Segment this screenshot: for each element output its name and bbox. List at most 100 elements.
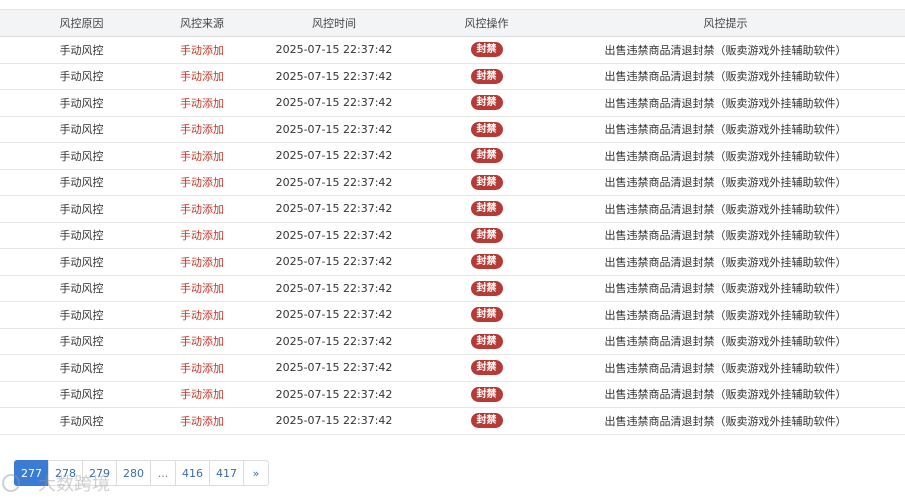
page-416[interactable]: 416: [175, 460, 210, 486]
cell-action: 封禁: [427, 381, 546, 408]
cell-action: 封禁: [427, 275, 546, 302]
cell-reason: 手动风控: [0, 63, 163, 90]
cell-tip: 出售违禁商品清退封禁（贩卖游戏外挂辅助软件）: [546, 248, 905, 276]
cell-action: 封禁: [427, 142, 546, 170]
page-280[interactable]: 280: [116, 460, 151, 486]
cell-tip: 出售违禁商品清退封禁（贩卖游戏外挂辅助软件）: [546, 407, 905, 435]
cell-source: 手动添加: [163, 248, 241, 276]
cell-time: 2025-07-15 22:37:42: [241, 169, 427, 196]
ban-badge: 封禁: [470, 148, 503, 164]
table-row: 手动风控 手动添加 2025-07-15 22:37:42 封禁 出售违禁商品清退封禁（…: [0, 328, 905, 355]
ban-badge: 封禁: [470, 413, 503, 429]
table-row: 手动风控 手动添加 2025-07-15 22:37:42 封禁 出售违禁商品清退封禁（…: [0, 63, 905, 90]
cell-time: 2025-07-15 22:37:42: [241, 116, 427, 143]
header-tip: 风控提示: [546, 9, 905, 37]
pagination: 277 278 279 280... 416 417»: [14, 460, 269, 486]
cell-action: 封禁: [427, 354, 546, 382]
ban-badge: 封禁: [470, 360, 503, 376]
cell-time: 2025-07-15 22:37:42: [241, 89, 427, 117]
page-277[interactable]: 277: [14, 460, 49, 486]
ban-badge: 封禁: [470, 227, 503, 243]
table-row: 手动风控 手动添加 2025-07-15 22:37:42 封禁 出售违禁商品清退封禁（…: [0, 36, 905, 64]
cell-action: 封禁: [427, 195, 546, 223]
ban-badge: 封禁: [470, 68, 503, 84]
table-row: 手动风控 手动添加 2025-07-15 22:37:42 封禁 出售违禁商品清退封禁（…: [0, 354, 905, 382]
table-header-row: 风控原因 风控来源 风控时间 风控操作 风控提示: [0, 9, 905, 37]
cell-tip: 出售违禁商品清退封禁（贩卖游戏外挂辅助软件）: [546, 63, 905, 90]
cell-source: 手动添加: [163, 407, 241, 435]
cell-tip: 出售违禁商品清退封禁（贩卖游戏外挂辅助软件）: [546, 222, 905, 249]
ban-badge: 封禁: [470, 280, 503, 296]
cell-reason: 手动风控: [0, 248, 163, 276]
cell-source: 手动添加: [163, 354, 241, 382]
table-row: 手动风控 手动添加 2025-07-15 22:37:42 封禁 出售违禁商品清退封禁（…: [0, 195, 905, 223]
cell-tip: 出售违禁商品清退封禁（贩卖游戏外挂辅助软件）: [546, 89, 905, 117]
page-278[interactable]: 278: [48, 460, 83, 486]
cell-tip: 出售违禁商品清退封禁（贩卖游戏外挂辅助软件）: [546, 116, 905, 143]
table-body: 手动风控 手动添加 2025-07-15 22:37:42 封禁 出售违禁商品清退封禁（…: [0, 36, 905, 435]
cell-action: 封禁: [427, 301, 546, 329]
cell-action: 封禁: [427, 36, 546, 64]
cell-reason: 手动风控: [0, 89, 163, 117]
page-279[interactable]: 279: [82, 460, 117, 486]
cell-time: 2025-07-15 22:37:42: [241, 63, 427, 90]
cell-action: 封禁: [427, 63, 546, 90]
ban-badge: 封禁: [470, 386, 503, 402]
cell-time: 2025-07-15 22:37:42: [241, 407, 427, 435]
cell-reason: 手动风控: [0, 354, 163, 382]
cell-source: 手动添加: [163, 301, 241, 329]
cell-tip: 出售违禁商品清退封禁（贩卖游戏外挂辅助软件）: [546, 381, 905, 408]
cell-action: 封禁: [427, 248, 546, 276]
cell-reason: 手动风控: [0, 142, 163, 170]
cell-source: 手动添加: [163, 89, 241, 117]
risk-control-table-container: 风控原因 风控来源 风控时间 风控操作 风控提示 手动风控 手动添加 2025-07…: [0, 9, 905, 435]
cell-time: 2025-07-15 22:37:42: [241, 328, 427, 355]
header-action: 风控操作: [427, 9, 546, 37]
cell-source: 手动添加: [163, 116, 241, 143]
cell-action: 封禁: [427, 407, 546, 435]
ban-badge: 封禁: [470, 121, 503, 137]
cell-time: 2025-07-15 22:37:42: [241, 301, 427, 329]
cell-source: 手动添加: [163, 36, 241, 64]
cell-reason: 手动风控: [0, 275, 163, 302]
cell-action: 封禁: [427, 89, 546, 117]
table-row: 手动风控 手动添加 2025-07-15 22:37:42 封禁 出售违禁商品清退封禁（…: [0, 116, 905, 143]
cell-time: 2025-07-15 22:37:42: [241, 36, 427, 64]
ban-badge: 封禁: [470, 307, 503, 323]
cell-tip: 出售违禁商品清退封禁（贩卖游戏外挂辅助软件）: [546, 36, 905, 64]
cell-action: 封禁: [427, 328, 546, 355]
cell-tip: 出售违禁商品清退封禁（贩卖游戏外挂辅助软件）: [546, 142, 905, 170]
ban-badge: 封禁: [470, 333, 503, 349]
table-row: 手动风控 手动添加 2025-07-15 22:37:42 封禁 出售违禁商品清退封禁（…: [0, 301, 905, 329]
risk-control-table: 风控原因 风控来源 风控时间 风控操作 风控提示 手动风控 手动添加 2025-07…: [0, 9, 905, 435]
cell-reason: 手动风控: [0, 195, 163, 223]
cell-reason: 手动风控: [0, 116, 163, 143]
cell-source: 手动添加: [163, 328, 241, 355]
cell-action: 封禁: [427, 116, 546, 143]
cell-source: 手动添加: [163, 381, 241, 408]
table-row: 手动风控 手动添加 2025-07-15 22:37:42 封禁 出售违禁商品清退封禁（…: [0, 407, 905, 435]
cell-source: 手动添加: [163, 142, 241, 170]
table-row: 手动风控 手动添加 2025-07-15 22:37:42 封禁 出售违禁商品清退封禁（…: [0, 381, 905, 408]
table-row: 手动风控 手动添加 2025-07-15 22:37:42 封禁 出售违禁商品清退封禁（…: [0, 169, 905, 196]
cell-reason: 手动风控: [0, 381, 163, 408]
cell-time: 2025-07-15 22:37:42: [241, 222, 427, 249]
table-row: 手动风控 手动添加 2025-07-15 22:37:42 封禁 出售违禁商品清退封禁（…: [0, 248, 905, 276]
cell-tip: 出售违禁商品清退封禁（贩卖游戏外挂辅助软件）: [546, 354, 905, 382]
cell-reason: 手动风控: [0, 36, 163, 64]
page-417[interactable]: 417: [209, 460, 244, 486]
page-ellipsis: ...: [150, 460, 176, 486]
ban-badge: 封禁: [470, 174, 503, 190]
ban-badge: 封禁: [470, 42, 503, 58]
cell-tip: 出售违禁商品清退封禁（贩卖游戏外挂辅助软件）: [546, 275, 905, 302]
cell-source: 手动添加: [163, 169, 241, 196]
ban-badge: 封禁: [470, 201, 503, 217]
cell-source: 手动添加: [163, 195, 241, 223]
cell-time: 2025-07-15 22:37:42: [241, 381, 427, 408]
page-next-button[interactable]: »: [243, 460, 269, 486]
ban-badge: 封禁: [470, 95, 503, 111]
table-row: 手动风控 手动添加 2025-07-15 22:37:42 封禁 出售违禁商品清退封禁（…: [0, 222, 905, 249]
cell-action: 封禁: [427, 222, 546, 249]
cell-reason: 手动风控: [0, 169, 163, 196]
ban-badge: 封禁: [470, 254, 503, 270]
